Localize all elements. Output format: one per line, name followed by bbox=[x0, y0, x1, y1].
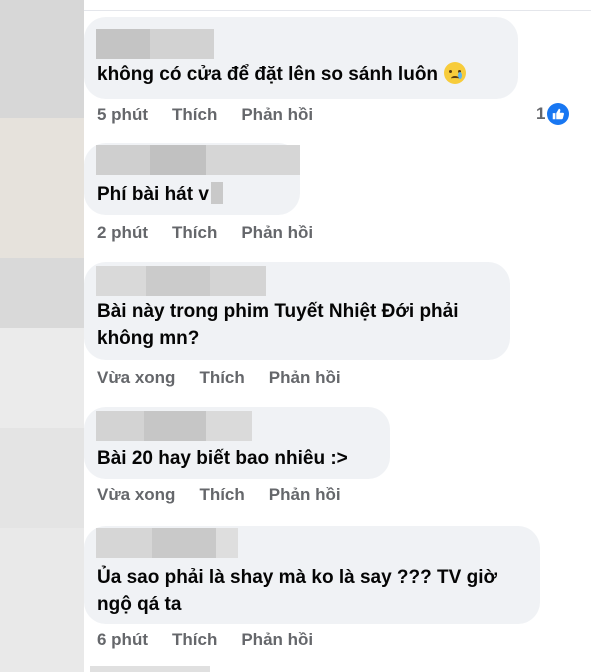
comment-actions: Vừa xong Thích Phản hồi bbox=[97, 368, 365, 388]
comment-actions: Vừa xong Thích Phản hồi bbox=[97, 485, 365, 505]
comment-item: Ủa sao phải là shay mà ko là say ??? TV … bbox=[84, 526, 591, 672]
timestamp[interactable]: Vừa xong bbox=[97, 368, 175, 388]
timestamp[interactable]: 2 phút bbox=[97, 223, 148, 243]
reaction-summary[interactable]: 1 bbox=[536, 103, 570, 125]
comment-item: Bài này trong phim Tuyết Nhiệt Đới phải … bbox=[84, 262, 591, 392]
reply-button[interactable]: Phản hồi bbox=[241, 223, 313, 243]
comment-item: Bài 20 hay biết bao nhiêu :> Vừa xong Th… bbox=[84, 407, 591, 517]
reply-button[interactable]: Phản hồi bbox=[269, 368, 341, 388]
avatar bbox=[0, 258, 84, 328]
avatar bbox=[0, 528, 84, 672]
like-button[interactable]: Thích bbox=[172, 630, 217, 650]
author-name-blurred[interactable] bbox=[96, 528, 238, 558]
timestamp[interactable]: Vừa xong bbox=[97, 485, 175, 505]
like-button[interactable]: Thích bbox=[199, 485, 244, 505]
comment-actions: 2 phút Thích Phản hồi bbox=[97, 223, 337, 243]
like-button[interactable]: Thích bbox=[199, 368, 244, 388]
comment-item: không có cửa để đặt lên so sánh luôn 5 p… bbox=[84, 17, 591, 127]
reply-button[interactable]: Phản hồi bbox=[241, 105, 313, 125]
reply-button[interactable]: Phản hồi bbox=[241, 630, 313, 650]
comment-text: Bài 20 hay biết bao nhiêu :> bbox=[97, 448, 348, 469]
timestamp[interactable]: 6 phút bbox=[97, 630, 148, 650]
comment-bubble[interactable]: Phí bài hát v bbox=[84, 143, 300, 215]
comment-bubble[interactable]: không có cửa để đặt lên so sánh luôn bbox=[84, 17, 518, 99]
comment-text: Ủa sao phải là shay mà ko là say ??? TV … bbox=[97, 567, 497, 615]
divider bbox=[84, 10, 591, 11]
crying-face-icon bbox=[444, 62, 467, 84]
comment-text: không có cửa để đặt lên so sánh luôn bbox=[97, 61, 467, 88]
author-name-blurred[interactable] bbox=[96, 411, 252, 441]
comment-text: Bài này trong phim Tuyết Nhiệt Đới phải … bbox=[97, 301, 459, 349]
like-icon bbox=[547, 103, 570, 125]
comment-text: Phí bài hát v bbox=[97, 181, 223, 208]
comment-bubble[interactable]: Bài này trong phim Tuyết Nhiệt Đới phải … bbox=[84, 262, 510, 360]
next-comment-blurred bbox=[90, 666, 210, 672]
avatar bbox=[0, 118, 84, 258]
avatar bbox=[0, 328, 84, 428]
avatar bbox=[0, 0, 84, 118]
comment-bubble[interactable]: Bài 20 hay biết bao nhiêu :> bbox=[84, 407, 390, 479]
comment-bubble[interactable]: Ủa sao phải là shay mà ko là say ??? TV … bbox=[84, 526, 540, 624]
timestamp[interactable]: 5 phút bbox=[97, 105, 148, 125]
reply-button[interactable]: Phản hồi bbox=[269, 485, 341, 505]
author-name-blurred[interactable] bbox=[96, 145, 300, 175]
comment-thread: không có cửa để đặt lên so sánh luôn 5 p… bbox=[0, 0, 591, 672]
like-button[interactable]: Thích bbox=[172, 223, 217, 243]
comment-actions: 5 phút Thích Phản hồi bbox=[97, 105, 337, 125]
comment-item: Phí bài hát v 2 phút Thích Phản hồi bbox=[84, 143, 591, 248]
reaction-count: 1 bbox=[536, 104, 546, 123]
avatar bbox=[0, 428, 84, 528]
author-name-blurred[interactable] bbox=[96, 266, 266, 296]
comment-actions: 6 phút Thích Phản hồi bbox=[97, 630, 337, 650]
author-name-blurred[interactable] bbox=[96, 29, 214, 59]
like-button[interactable]: Thích bbox=[172, 105, 217, 125]
blurred-avatars bbox=[0, 0, 84, 672]
